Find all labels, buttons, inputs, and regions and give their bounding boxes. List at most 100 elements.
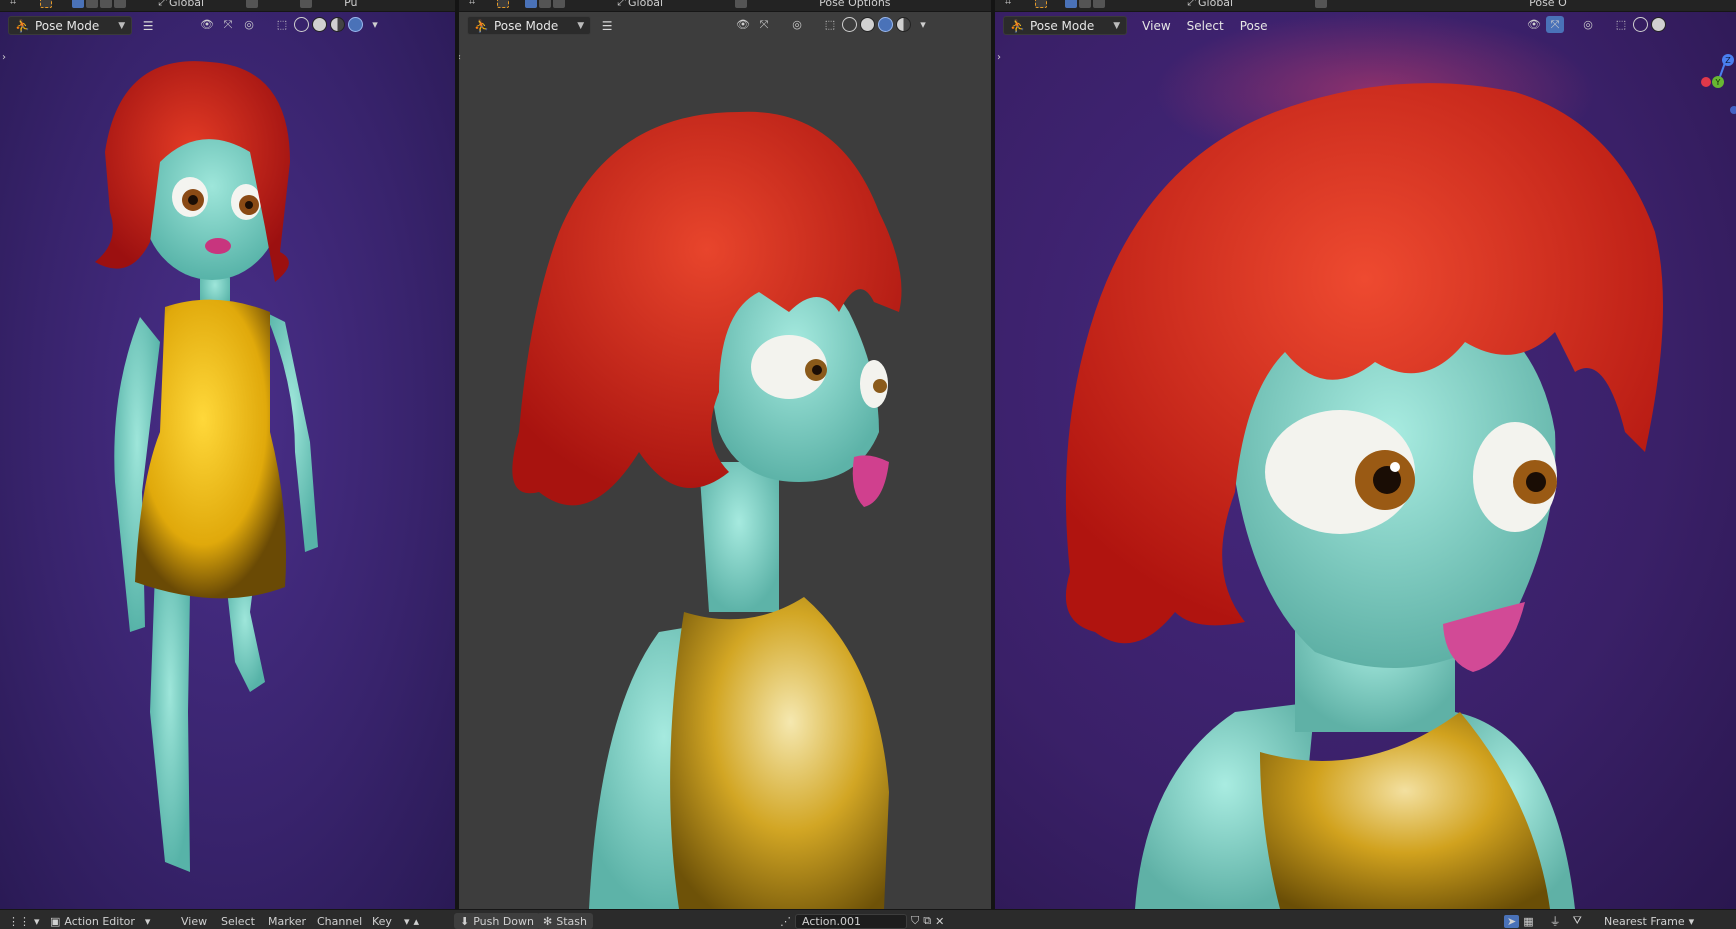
editor-mode-dropdown[interactable]: ▣ Action Editor ▾ xyxy=(50,913,150,929)
arrow-up-icon[interactable]: ▴ xyxy=(414,915,420,928)
tool-icon[interactable]: ⌗ xyxy=(10,0,16,9)
overlay-toggle-icon[interactable]: ◎ xyxy=(788,16,806,33)
select-box-button[interactable] xyxy=(525,0,538,8)
top-toolbar-strip-left: ⌗ ⤢ Global Pu xyxy=(0,0,455,12)
menu-view[interactable]: View xyxy=(1137,19,1175,33)
rendered-shading-icon[interactable] xyxy=(348,17,363,32)
snap-button[interactable] xyxy=(1315,0,1328,8)
action-name-field[interactable]: Action.001 xyxy=(795,913,907,929)
menu-marker[interactable]: Marker xyxy=(268,913,306,929)
orientation-dropdown[interactable]: Global xyxy=(169,0,204,9)
top-tools-mid[interactable]: ⌗ ⤢ Global Pose Options xyxy=(469,0,891,10)
menu-pose[interactable]: Pose xyxy=(1235,19,1273,33)
xray-toggle-icon[interactable]: ⬚ xyxy=(273,16,291,33)
menu-select[interactable]: Select xyxy=(221,913,255,929)
proportional-button[interactable] xyxy=(300,0,313,8)
material-shading-icon[interactable] xyxy=(878,17,893,32)
overlay-toggle-icon[interactable]: ◎ xyxy=(1579,16,1597,33)
mode-dropdown[interactable]: ⛹ Pose Mode ▼ xyxy=(1003,16,1128,35)
visibility-eye-icon[interactable]: 👁 xyxy=(198,16,216,33)
orientation-icon: ⤢ xyxy=(158,0,168,8)
chevron-down-icon[interactable]: ▾ xyxy=(366,16,384,33)
chevron-down-icon: ▼ xyxy=(577,20,585,31)
editor-type-button[interactable]: ⋮⋮ ▾ xyxy=(8,913,40,929)
cursor-tool-icon[interactable]: ➤ xyxy=(1504,914,1520,928)
action-browse-icon[interactable]: ⋰ xyxy=(780,915,791,928)
close-icon[interactable]: ✕ xyxy=(935,915,944,928)
viewport-middle[interactable]: ⛹ Pose Mode ▼ ☰ 👁 ⤧ ◎ ⬚ ▾ ‹ xyxy=(459,12,991,909)
xray-toggle-icon[interactable]: ⬚ xyxy=(821,16,839,33)
push-down-button[interactable]: ⬇ Push Down xyxy=(454,913,540,929)
gizmo-toggle-icon[interactable]: ⤧ xyxy=(219,16,237,33)
snap-mode-dropdown[interactable]: Nearest Frame ▾ xyxy=(1604,913,1694,929)
filter-icon[interactable]: ⏚ xyxy=(1550,913,1561,929)
viewport-right[interactable]: ⛹ Pose Mode ▼ View Select Pose 👁 ⤧ ◎ ⬚ ›… xyxy=(995,12,1736,909)
chevron-down-icon: ▾ xyxy=(34,914,40,928)
select-extend-button[interactable] xyxy=(539,0,552,8)
action-editor-header: ⋮⋮ ▾ ▣ Action Editor ▾ View Select Marke… xyxy=(0,909,1736,929)
gizmo-toggle-icon[interactable]: ⤧ xyxy=(755,16,773,33)
menu-channel[interactable]: Channel xyxy=(317,913,362,929)
viewport-left[interactable]: ⛹ Pose Mode ▼ ☰ 👁 ⤧ ◎ ⬚ ▾ › xyxy=(0,12,455,909)
pose-options-dropdown[interactable]: Pose O xyxy=(1529,0,1567,9)
select-box-button[interactable] xyxy=(1065,0,1078,8)
grid-icon[interactable]: ▦ xyxy=(1523,915,1533,928)
layer-arrows[interactable]: ▾ ▴ xyxy=(404,913,419,929)
tool-icon[interactable]: ⌗ xyxy=(1005,0,1011,9)
pose-options-dropdown[interactable]: Pose Options xyxy=(819,0,890,9)
dopesheet-icon: ⋮⋮ xyxy=(8,914,30,928)
solid-shading-icon[interactable] xyxy=(312,17,327,32)
hamburger-menu-icon[interactable]: ☰ xyxy=(138,16,158,35)
pose-mode-icon: ⛹ xyxy=(474,18,489,33)
snap-mode-label: Nearest Frame xyxy=(1604,914,1685,928)
xray-toggle-icon[interactable]: ⬚ xyxy=(1612,16,1630,33)
wireframe-shading-icon[interactable] xyxy=(842,17,857,32)
viewport-header-right-tools: 👁 ⤧ ◎ ⬚ ▾ xyxy=(198,16,384,33)
pose-mode-icon: ⛹ xyxy=(1010,18,1025,33)
visibility-eye-icon[interactable]: 👁 xyxy=(1525,16,1543,33)
select-intersect-button[interactable] xyxy=(114,0,127,8)
menu-select[interactable]: Select xyxy=(1182,19,1229,33)
chevron-down-icon[interactable]: ▾ xyxy=(914,16,932,33)
solid-shading-icon[interactable] xyxy=(1651,17,1666,32)
funnel-icon[interactable]: ⛛ xyxy=(1573,914,1582,928)
select-box-button[interactable] xyxy=(72,0,85,8)
wireframe-shading-icon[interactable] xyxy=(1633,17,1648,32)
snap-button[interactable] xyxy=(246,0,259,8)
hamburger-menu-icon[interactable]: ☰ xyxy=(597,16,617,35)
material-shading-icon[interactable] xyxy=(330,17,345,32)
arrow-down-icon[interactable]: ▾ xyxy=(404,915,410,928)
select-subtract-button[interactable] xyxy=(100,0,113,8)
action-selector[interactable]: ⋰ Action.001 ⛉ ⧉ ✕ xyxy=(780,913,944,929)
mode-dropdown[interactable]: ⛹ Pose Mode ▼ xyxy=(467,16,592,35)
select-tool-button[interactable] xyxy=(497,0,510,8)
solid-shading-icon[interactable] xyxy=(860,17,875,32)
tool-icon[interactable]: ⌗ xyxy=(469,0,475,9)
select-tool-button[interactable] xyxy=(1035,0,1048,8)
snap-button[interactable] xyxy=(735,0,748,8)
duplicate-icon[interactable]: ⧉ xyxy=(923,914,931,928)
mode-dropdown[interactable]: ⛹ Pose Mode ▼ xyxy=(8,16,133,35)
top-tools-right[interactable]: ⌗ ⤢ Global Pose O xyxy=(1005,0,1567,10)
menu-key[interactable]: Key xyxy=(372,913,392,929)
orientation-dropdown[interactable]: Global xyxy=(1198,0,1233,9)
orientation-dropdown[interactable]: Global xyxy=(628,0,663,9)
visibility-eye-icon[interactable]: 👁 xyxy=(734,16,752,33)
menu-view[interactable]: View xyxy=(181,913,207,929)
rendered-shading-icon[interactable] xyxy=(896,17,911,32)
select-subtract-button[interactable] xyxy=(553,0,566,8)
wireframe-shading-icon[interactable] xyxy=(294,17,309,32)
overlay-toggle-icon[interactable]: ◎ xyxy=(240,16,258,33)
select-tool-button[interactable] xyxy=(40,0,53,8)
push-down-icon: ⬇ xyxy=(460,914,470,928)
chevron-down-icon: ▾ xyxy=(144,914,151,928)
select-extend-button[interactable] xyxy=(86,0,99,8)
select-extend-button[interactable] xyxy=(1079,0,1092,8)
action-editor-icon: ▣ xyxy=(50,914,61,928)
gizmo-toggle-icon[interactable]: ⤧ xyxy=(1546,16,1564,33)
mode-label: Pose Mode xyxy=(1029,18,1095,33)
top-tools-left[interactable]: ⌗ ⤢ Global Pu xyxy=(10,0,358,10)
stash-button[interactable]: ✻ Stash xyxy=(537,913,593,929)
select-subtract-button[interactable] xyxy=(1093,0,1106,8)
fake-user-icon[interactable]: ⛉ xyxy=(911,914,919,928)
